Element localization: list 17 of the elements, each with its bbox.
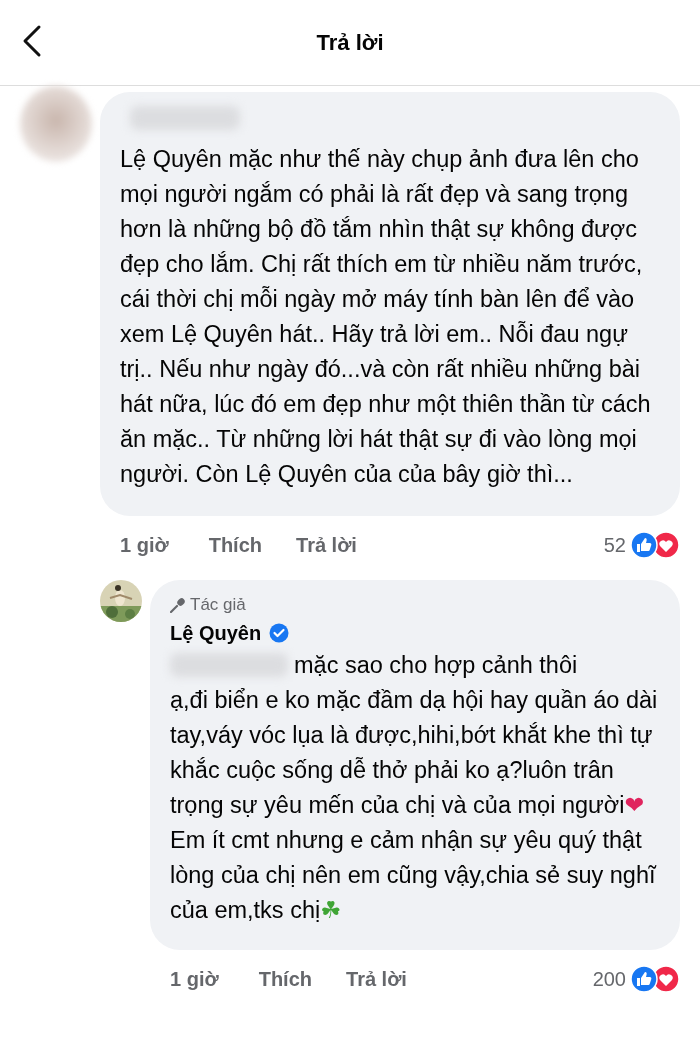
reply-link[interactable]: Trả lời [346,963,407,994]
like-link[interactable]: Thích [258,963,312,994]
reply-link[interactable]: Trả lời [296,530,357,560]
microphone-icon [170,596,186,613]
reaction-count: 52 [603,533,626,558]
reaction-count: 200 [592,966,626,992]
like-link[interactable]: Thích [208,530,262,560]
time-label: 1 giờ [120,533,169,558]
like-icon [630,964,658,993]
author-label: Tác giả [190,594,246,616]
comment-text: Lệ Quyên mặc như thế này chụp ảnh đưa lên cho mọi người ngắm có phải là rất đẹp và sang trọng hơn là những bộ đồ tắm nhìn thật sự không được đẹp cho lắm. Chị rất thích em từ nhiều năm trước, cái thời chị mỗi ngày mở máy tính bàn lên để vào xem Lệ Quyên hát.. Hãy trả lời em.. Nỗi đau ngự trị.. Nếu như ngày đó...và còn rất nhiều những bài hát nữa, lúc đó em đẹp như một thiên thần từ cách ăn mặc.. Từ những lời hát thật sự đi vào lòng mọi người. Còn Lệ Quyên của của bây giờ thì... [120,145,652,489]
reply-text: ạ,đi biển e ko mặc đầm dạ hội hay quần áo dài tay,váy vóc lụa là được,hihi,bớt khắt khe thì tự khắc cuộc sống dễ thở phải ko ạ?luôn trân trọng sự yêu mến của chị và của mọi người❤ Em ít cmt nhưng e cảm nhận sự yêu quý thật lòng của chị nên em cũng vậy,chia sẻ suy nghĩ của em,tks chị☘ [170,685,659,926]
header-title: Trả lời [316,29,384,57]
reply-text: mặc sao cho hợp cảnh thôi [294,650,578,680]
like-icon [630,531,658,559]
author-name[interactable]: Lệ Quyên [170,617,262,648]
time-label: 1 giờ [170,966,219,992]
